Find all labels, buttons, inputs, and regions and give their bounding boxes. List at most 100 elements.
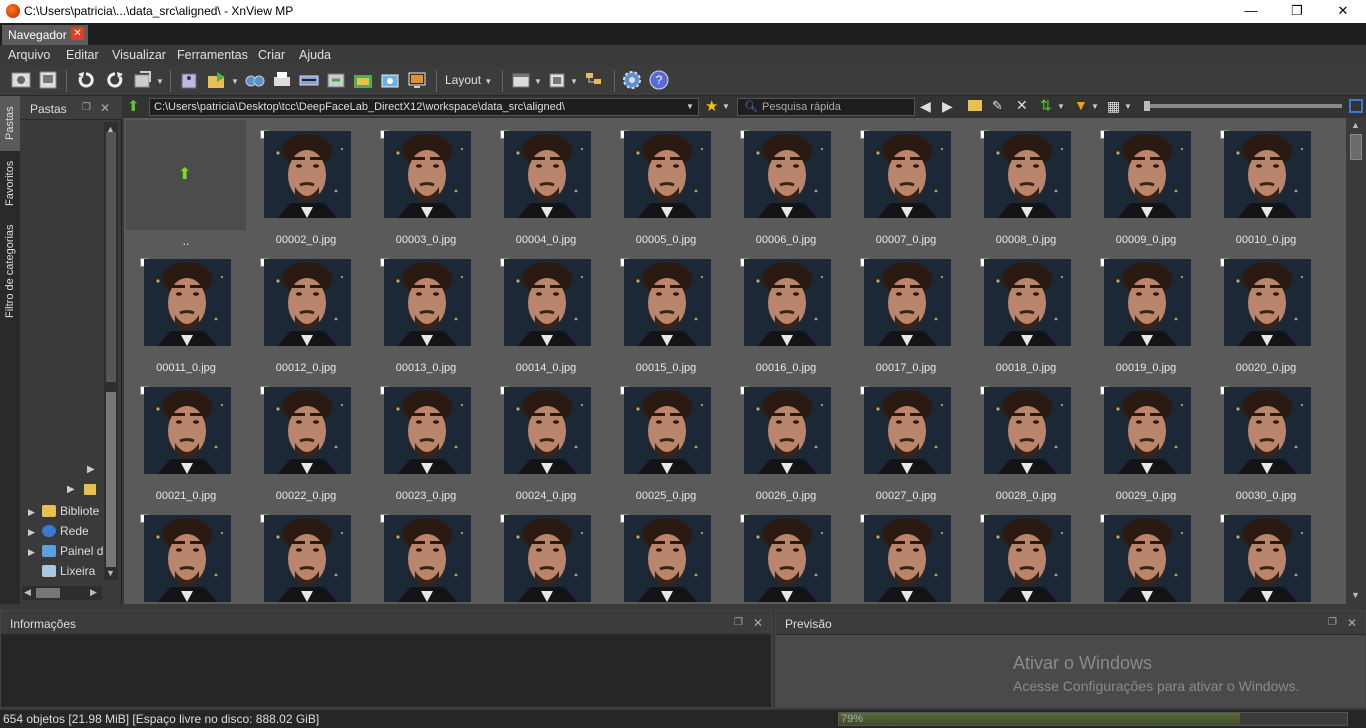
filter-icon[interactable]: ▼ <box>1074 97 1088 113</box>
float-panel-icon[interactable]: ❐ <box>734 617 743 628</box>
chevron-down-icon[interactable]: ▼ <box>156 77 164 86</box>
thumbnail-image[interactable] <box>144 259 231 346</box>
minimize-button[interactable]: — <box>1228 0 1274 23</box>
thumbnail-image[interactable] <box>504 131 591 218</box>
thumbnail-image[interactable] <box>1224 131 1311 218</box>
thumbnail-item[interactable]: 00005_0.jpg <box>606 118 726 246</box>
thumbnail-image[interactable] <box>744 131 831 218</box>
thumbnail-item[interactable] <box>606 502 726 604</box>
maximize-button[interactable]: ❐ <box>1274 0 1320 23</box>
thumbnail-image[interactable] <box>864 515 951 602</box>
close-panel-icon[interactable]: ✕ <box>100 101 110 115</box>
tree-item-bibliotecas[interactable]: ▶ Bibliote <box>28 504 99 518</box>
thumbnail-item[interactable]: 00027_0.jpg <box>846 374 966 502</box>
help-icon[interactable]: ? <box>647 69 671 93</box>
thumbnail-image[interactable] <box>1104 259 1191 346</box>
thumbnail-item[interactable] <box>366 502 486 604</box>
thumbnail-zoom-slider[interactable] <box>1144 101 1342 111</box>
thumbnail-item[interactable]: 00016_0.jpg <box>726 246 846 374</box>
thumbnail-item[interactable]: 00002_0.jpg <box>246 118 366 246</box>
thumbnail-item[interactable]: 00019_0.jpg <box>1086 246 1206 374</box>
side-tab-favoritos[interactable]: Favoritos <box>0 154 20 212</box>
thumbnail-item[interactable] <box>246 502 366 604</box>
thumbnail-item[interactable]: 00015_0.jpg <box>606 246 726 374</box>
settings-icon[interactable] <box>620 69 644 93</box>
chevron-down-icon[interactable]: ▼ <box>1091 102 1099 111</box>
scroll-up-icon[interactable]: ▲ <box>1351 120 1360 130</box>
thumbnail-image[interactable] <box>384 131 471 218</box>
expand-arrow-icon[interactable]: ▶ <box>87 464 95 475</box>
refresh-icon[interactable] <box>131 69 155 93</box>
thumbnail-image[interactable] <box>864 131 951 218</box>
thumbnail-image[interactable] <box>264 387 351 474</box>
thumbnail-item[interactable]: 00030_0.jpg <box>1206 374 1326 502</box>
thumbnail-item[interactable] <box>1206 502 1326 604</box>
chevron-down-icon[interactable]: ▼ <box>1057 102 1065 111</box>
rename-icon[interactable]: ✎ <box>992 98 1003 114</box>
rotate-left-icon[interactable] <box>74 69 98 93</box>
menu-editar[interactable]: Editar <box>66 48 99 62</box>
chevron-down-icon[interactable]: ▼ <box>722 102 730 111</box>
hscrollbar-thumb[interactable] <box>36 588 60 598</box>
thumbnail-image[interactable] <box>1224 515 1311 602</box>
star-icon[interactable]: ★ <box>705 97 718 115</box>
menu-visualizar[interactable]: Visualizar <box>112 48 166 62</box>
path-input[interactable]: C:\Users\patricia\Desktop\tcc\DeepFaceLa… <box>149 98 699 116</box>
thumbnail-image[interactable] <box>744 515 831 602</box>
thumbnail-item[interactable]: 00023_0.jpg <box>366 374 486 502</box>
thumbnail-image[interactable] <box>384 259 471 346</box>
thumbnail-image[interactable] <box>984 515 1071 602</box>
chevron-down-icon[interactable]: ▼ <box>231 77 239 86</box>
scrollbar-thumb[interactable] <box>1350 134 1362 160</box>
menu-ferramentas[interactable]: Ferramentas <box>177 48 248 62</box>
thumbnail-item[interactable]: 00003_0.jpg <box>366 118 486 246</box>
thumbnail-image[interactable] <box>264 259 351 346</box>
parent-folder-cell[interactable]: ⬆ .. <box>126 120 246 248</box>
thumbnail-image[interactable] <box>264 131 351 218</box>
folder-hscrollbar[interactable]: ◀ ▶ <box>22 586 102 600</box>
thumbnail-image[interactable] <box>1224 259 1311 346</box>
thumbnail-image[interactable] <box>624 259 711 346</box>
new-folder-icon[interactable] <box>968 100 982 111</box>
scrollbar-thumb[interactable] <box>106 392 116 567</box>
thumbnail-image[interactable] <box>504 515 591 602</box>
scanner-icon[interactable] <box>297 69 321 93</box>
thumbnail-image[interactable] <box>144 387 231 474</box>
thumbnail-item[interactable]: 00009_0.jpg <box>1086 118 1206 246</box>
tab-close-icon[interactable]: ✕ <box>71 27 84 40</box>
thumbnail-item[interactable]: 00026_0.jpg <box>726 374 846 502</box>
go-up-icon[interactable]: ⬆ <box>127 97 140 115</box>
chevron-down-icon[interactable]: ▼ <box>1124 102 1132 111</box>
menu-criar[interactable]: Criar <box>258 48 285 62</box>
scroll-down-icon[interactable]: ▼ <box>106 568 115 578</box>
thumbnail-item[interactable]: 00011_0.jpg <box>126 246 246 374</box>
find-icon[interactable] <box>243 69 267 93</box>
float-panel-icon[interactable]: ❐ <box>1328 617 1337 628</box>
thumbnail-item[interactable]: 00014_0.jpg <box>486 246 606 374</box>
thumbnail-item[interactable] <box>846 502 966 604</box>
chevron-down-icon[interactable]: ▼ <box>570 77 578 86</box>
tree-item-painel[interactable]: ▶ Painel d <box>28 544 103 558</box>
thumbnail-image[interactable] <box>984 259 1071 346</box>
thumbnail-image[interactable] <box>504 259 591 346</box>
view-mode-icon[interactable] <box>509 69 533 93</box>
rotate-right-icon[interactable] <box>103 69 127 93</box>
print-icon[interactable] <box>270 69 294 93</box>
quick-search-input[interactable]: 🔍︎ Pesquisa rápida <box>737 98 915 116</box>
thumbnail-image[interactable] <box>984 387 1071 474</box>
thumbnail-image[interactable] <box>1224 387 1311 474</box>
expand-arrow-icon[interactable]: ▶ <box>67 484 75 495</box>
thumbnail-item[interactable]: 00012_0.jpg <box>246 246 366 374</box>
menu-ajuda[interactable]: Ajuda <box>299 48 331 62</box>
thumbnail-image[interactable] <box>144 515 231 602</box>
close-panel-icon[interactable]: ✕ <box>1347 616 1357 630</box>
thumbnail-item[interactable]: 00007_0.jpg <box>846 118 966 246</box>
scroll-down-icon[interactable]: ▼ <box>1351 590 1360 600</box>
fullscreen-icon[interactable] <box>9 69 33 93</box>
grid-view-icon[interactable]: ▦ <box>1107 98 1120 115</box>
thumbnail-image[interactable] <box>744 387 831 474</box>
thumbnail-item[interactable]: 00025_0.jpg <box>606 374 726 502</box>
thumbnail-item[interactable]: 00006_0.jpg <box>726 118 846 246</box>
thumbnail-item[interactable]: 00004_0.jpg <box>486 118 606 246</box>
thumbnail-item[interactable] <box>966 502 1086 604</box>
